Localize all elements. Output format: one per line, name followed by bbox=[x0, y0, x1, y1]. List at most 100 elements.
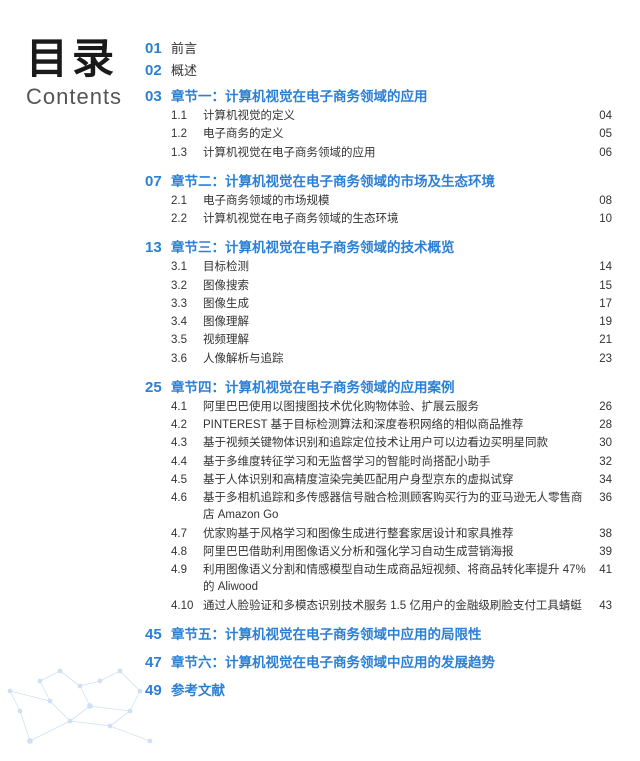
toc-section-row: 4.4 基于多维度转征学习和无监督学习的智能时尚搭配小助手 32 bbox=[145, 454, 612, 471]
section-page: 21 bbox=[590, 334, 612, 346]
section-num: 4.9 bbox=[171, 564, 203, 576]
section-page: 36 bbox=[590, 492, 612, 504]
section-page: 28 bbox=[590, 419, 612, 431]
section-page: 05 bbox=[590, 128, 612, 140]
section-title: 电子商务领域的市场规模 bbox=[203, 193, 590, 210]
section-title: 基于多相机追踪和多传感器信号融合检测顾客购买行为的亚马逊无人零售商店 Amazo… bbox=[203, 490, 590, 525]
section-title: 图像生成 bbox=[203, 296, 590, 313]
chapter-num: 25 bbox=[145, 379, 171, 396]
page: 目录 Contents 01 前言 02 概述 03 章节一：计算机视觉在电子商… bbox=[0, 0, 640, 761]
toc-num: 01 bbox=[145, 40, 171, 57]
section-page: 26 bbox=[590, 401, 612, 413]
section-page: 30 bbox=[590, 437, 612, 449]
section-title: 通过人脸验证和多模态识别技术服务 1.5 亿用户的金融级刷脸支付工具蜻蜓 bbox=[203, 598, 590, 615]
chapter-title: 章节三：计算机视觉在电子商务领域的技术概览 bbox=[171, 236, 455, 256]
section-page: 04 bbox=[590, 110, 612, 122]
section-page: 38 bbox=[590, 528, 612, 540]
section-page: 06 bbox=[590, 147, 612, 159]
title-cn: 目录 bbox=[26, 38, 145, 80]
toc-standalone-row: 47 章节六：计算机视觉在电子商务领域中应用的发展趋势 bbox=[145, 651, 612, 671]
toc-section-row: 4.6 基于多相机追踪和多传感器信号融合检测顾客购买行为的亚马逊无人零售商店 A… bbox=[145, 490, 612, 525]
section-num: 4.10 bbox=[171, 600, 203, 612]
toc-section-row: 2.1 电子商务领域的市场规模 08 bbox=[145, 193, 612, 210]
toc-content: 01 前言 02 概述 03 章节一：计算机视觉在电子商务领域的应用 1.1 计… bbox=[145, 0, 640, 761]
section-num: 3.3 bbox=[171, 298, 203, 310]
decorative-network bbox=[0, 631, 160, 761]
section-num: 2.1 bbox=[171, 195, 203, 207]
section-num: 4.2 bbox=[171, 419, 203, 431]
section-title: 计算机视觉在电子商务领域的应用 bbox=[203, 145, 590, 162]
section-title: PINTEREST 基于目标检测算法和深度卷积网络的相似商品推荐 bbox=[203, 417, 590, 434]
section-page: 43 bbox=[590, 600, 612, 612]
toc-section-row: 4.9 利用图像语义分割和情感模型自动生成商品短视频、将商品转化率提升 47% … bbox=[145, 562, 612, 597]
section-page: 41 bbox=[590, 564, 612, 576]
section-title: 利用图像语义分割和情感模型自动生成商品短视频、将商品转化率提升 47% 的 Al… bbox=[203, 562, 590, 597]
toc-section-row: 4.1 阿里巴巴使用以图搜图技术优化购物体验、扩展云服务 26 bbox=[145, 399, 612, 416]
toc-section-row: 4.7 优家购基于风格学习和图像生成进行整套家居设计和家具推荐 38 bbox=[145, 526, 612, 543]
section-title: 基于人体识别和高精度渲染完美匹配用户身型京东的虚拟试穿 bbox=[203, 472, 590, 489]
chapter-num: 13 bbox=[145, 239, 171, 256]
section-num: 1.3 bbox=[171, 147, 203, 159]
section-num: 3.6 bbox=[171, 353, 203, 365]
toc-num: 02 bbox=[145, 62, 171, 79]
section-title: 人像解析与追踪 bbox=[203, 351, 590, 368]
section-page: 39 bbox=[590, 546, 612, 558]
toc-section-row: 1.1 计算机视觉的定义 04 bbox=[145, 108, 612, 125]
section-num: 3.2 bbox=[171, 280, 203, 292]
section-num: 2.2 bbox=[171, 213, 203, 225]
section-title: 视频理解 bbox=[203, 332, 590, 349]
chapter-num: 07 bbox=[145, 173, 171, 190]
toc-section-row: 4.5 基于人体识别和高精度渲染完美匹配用户身型京东的虚拟试穿 34 bbox=[145, 472, 612, 489]
toc-standalone-row: 45 章节五：计算机视觉在电子商务领域中应用的局限性 bbox=[145, 623, 612, 643]
title-en: Contents bbox=[26, 84, 145, 110]
section-num: 1.2 bbox=[171, 128, 203, 140]
toc-chapter-row: 07 章节二：计算机视觉在电子商务领域的市场及生态环境 bbox=[145, 170, 612, 190]
toc-section-row: 4.10 通过人脸验证和多模态识别技术服务 1.5 亿用户的金融级刷脸支付工具蜻… bbox=[145, 598, 612, 615]
toc-section-row: 3.4 图像理解 19 bbox=[145, 314, 612, 331]
section-num: 3.5 bbox=[171, 334, 203, 346]
section-num: 4.6 bbox=[171, 492, 203, 504]
section-page: 14 bbox=[590, 261, 612, 273]
toc-chapter-row: 25 章节四：计算机视觉在电子商务领域的应用案例 bbox=[145, 376, 612, 396]
section-title: 计算机视觉在电子商务领域的生态环境 bbox=[203, 211, 590, 228]
section-num: 4.5 bbox=[171, 474, 203, 486]
section-page: 15 bbox=[590, 280, 612, 292]
section-num: 4.7 bbox=[171, 528, 203, 540]
section-num: 4.1 bbox=[171, 401, 203, 413]
section-num: 1.1 bbox=[171, 110, 203, 122]
toc-title: 前言 bbox=[171, 38, 197, 57]
section-title: 基于视频关键物体识别和追踪定位技术让用户可以边看边买明星同款 bbox=[203, 435, 590, 452]
standalone-title: 章节六：计算机视觉在电子商务领域中应用的发展趋势 bbox=[171, 651, 495, 671]
section-title: 图像理解 bbox=[203, 314, 590, 331]
section-page: 19 bbox=[590, 316, 612, 328]
toc-section-row: 4.8 阿里巴巴借助利用图像语义分析和强化学习自动生成营销海报 39 bbox=[145, 544, 612, 561]
section-title: 基于多维度转征学习和无监督学习的智能时尚搭配小助手 bbox=[203, 454, 590, 471]
section-page: 34 bbox=[590, 474, 612, 486]
section-title: 图像搜索 bbox=[203, 278, 590, 295]
section-num: 3.4 bbox=[171, 316, 203, 328]
section-title: 计算机视觉的定义 bbox=[203, 108, 590, 125]
section-title: 优家购基于风格学习和图像生成进行整套家居设计和家具推荐 bbox=[203, 526, 590, 543]
toc-section-row: 3.6 人像解析与追踪 23 bbox=[145, 351, 612, 368]
standalone-title: 参考文献 bbox=[171, 679, 225, 699]
chapter-num: 03 bbox=[145, 88, 171, 105]
section-page: 10 bbox=[590, 213, 612, 225]
section-num: 4.3 bbox=[171, 437, 203, 449]
standalone-title: 章节五：计算机视觉在电子商务领域中应用的局限性 bbox=[171, 623, 482, 643]
toc-section-row: 3.3 图像生成 17 bbox=[145, 296, 612, 313]
chapter-title: 章节四：计算机视觉在电子商务领域的应用案例 bbox=[171, 376, 455, 396]
toc-top-item: 01 前言 bbox=[145, 38, 612, 57]
toc-section-row: 3.2 图像搜索 15 bbox=[145, 278, 612, 295]
section-page: 32 bbox=[590, 456, 612, 468]
chapter-title: 章节二：计算机视觉在电子商务领域的市场及生态环境 bbox=[171, 170, 495, 190]
toc-chapter-row: 13 章节三：计算机视觉在电子商务领域的技术概览 bbox=[145, 236, 612, 256]
toc-section-row: 4.3 基于视频关键物体识别和追踪定位技术让用户可以边看边买明星同款 30 bbox=[145, 435, 612, 452]
section-page: 08 bbox=[590, 195, 612, 207]
section-num: 4.4 bbox=[171, 456, 203, 468]
section-num: 4.8 bbox=[171, 546, 203, 558]
section-title: 阿里巴巴借助利用图像语义分析和强化学习自动生成营销海报 bbox=[203, 544, 590, 561]
chapter-title: 章节一：计算机视觉在电子商务领域的应用 bbox=[171, 85, 428, 105]
toc-section-row: 4.2 PINTEREST 基于目标检测算法和深度卷积网络的相似商品推荐 28 bbox=[145, 417, 612, 434]
toc-section-row: 3.5 视频理解 21 bbox=[145, 332, 612, 349]
section-num: 3.1 bbox=[171, 261, 203, 273]
